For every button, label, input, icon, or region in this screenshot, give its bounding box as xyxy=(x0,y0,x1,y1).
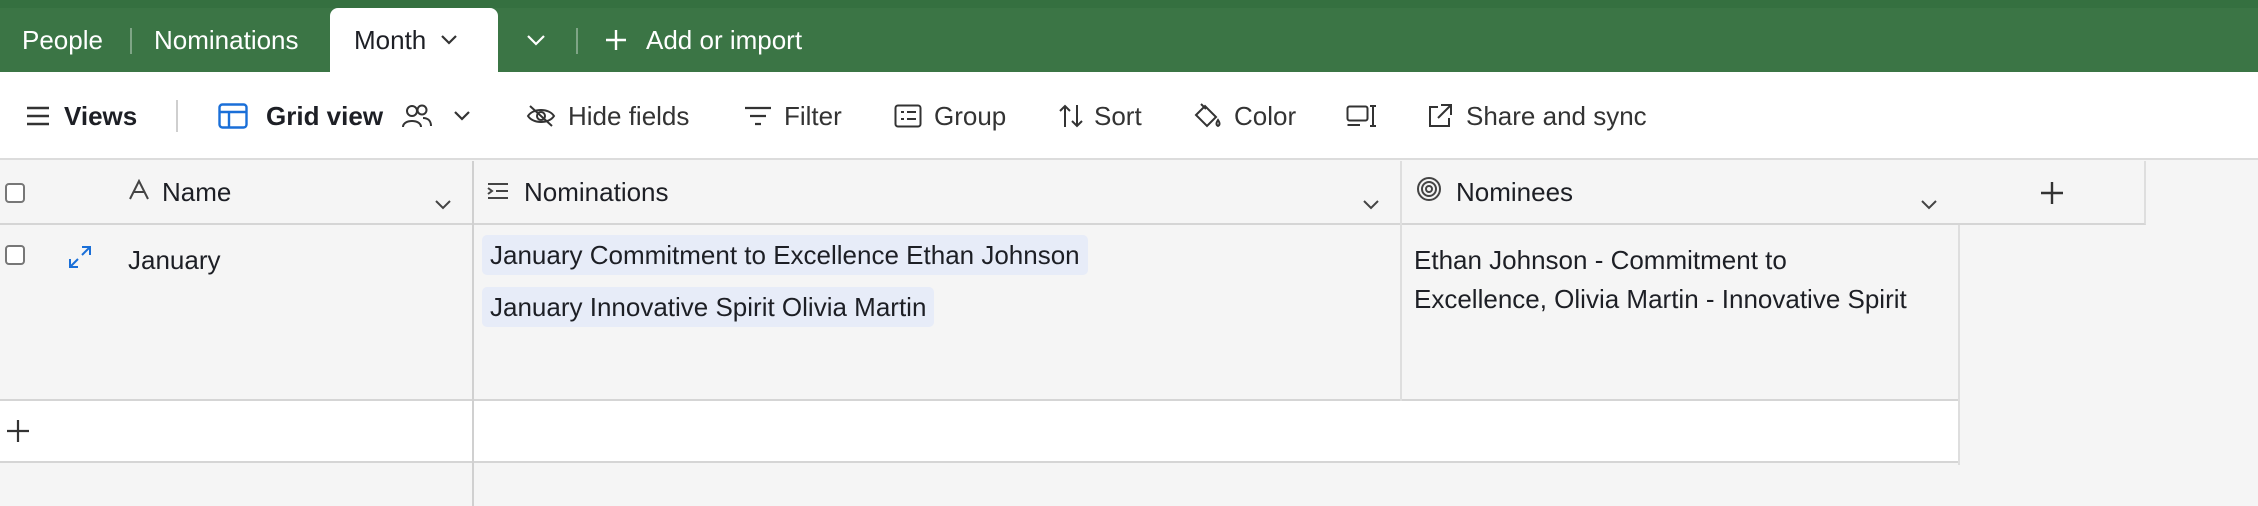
column-header-nominees[interactable]: Nominees xyxy=(1416,161,1956,225)
add-field-header[interactable] xyxy=(1960,161,2146,225)
views-label: Views xyxy=(64,100,138,131)
add-or-import-button[interactable]: Add or import xyxy=(604,8,802,72)
sort-button[interactable]: Sort xyxy=(1058,72,1142,160)
views-button[interactable]: Views xyxy=(26,72,137,160)
column-label: Nominations xyxy=(524,176,669,207)
row-height-icon xyxy=(1346,103,1378,129)
eye-slash-icon xyxy=(526,104,556,128)
tab-label: Nominations xyxy=(154,24,299,55)
nominees-cell-line[interactable]: Ethan Johnson - Commitment to xyxy=(1414,241,1787,280)
color-label: Color xyxy=(1234,100,1297,131)
tab-divider xyxy=(576,28,578,54)
chevron-down-icon[interactable] xyxy=(453,110,471,122)
chevron-down-icon[interactable] xyxy=(1362,187,1380,218)
tab-month[interactable]: Month xyxy=(330,8,498,72)
view-toolbar: Views Grid view Hide fields Filter Group xyxy=(0,72,2258,160)
plus-icon xyxy=(604,28,628,52)
share-and-sync-button[interactable]: Share and sync xyxy=(1426,72,1647,160)
plus-icon xyxy=(6,419,30,448)
group-icon xyxy=(894,104,922,128)
column-divider xyxy=(1958,225,1960,465)
column-header-nominations[interactable]: Nominations xyxy=(486,161,1386,225)
chevron-down-icon[interactable] xyxy=(440,34,458,46)
hide-fields-button[interactable]: Hide fields xyxy=(526,72,689,160)
chevron-down-icon[interactable] xyxy=(1920,187,1938,218)
row-checkbox[interactable] xyxy=(5,245,25,265)
hide-fields-label: Hide fields xyxy=(568,100,690,131)
chevron-down-icon xyxy=(526,34,546,46)
column-divider xyxy=(1400,161,1402,225)
rollup-spiral-icon xyxy=(1416,176,1442,209)
view-name: Grid view xyxy=(266,100,384,131)
table-row[interactable]: January January Commitment to Excellence… xyxy=(0,225,1960,401)
collaborators-icon xyxy=(401,103,433,129)
column-divider xyxy=(1400,225,1402,401)
plus-icon xyxy=(2040,181,2064,210)
tab-label: People xyxy=(22,24,103,55)
nominees-cell-line[interactable]: Excellence, Olivia Martin - Innovative S… xyxy=(1414,280,1907,319)
frozen-column-divider xyxy=(472,161,474,506)
column-label: Nominees xyxy=(1456,176,1574,207)
toolbar-divider xyxy=(176,100,178,132)
tab-label: Month xyxy=(354,24,427,55)
chevron-down-icon[interactable] xyxy=(434,187,452,218)
sort-arrows-icon xyxy=(1058,103,1084,129)
column-label: Name xyxy=(162,176,232,207)
grid-view-switcher[interactable]: Grid view xyxy=(218,72,471,160)
column-header-name[interactable]: Name xyxy=(128,161,458,225)
tab-nominations[interactable]: Nominations xyxy=(154,8,299,72)
filter-label: Filter xyxy=(784,100,842,131)
paint-bucket-icon xyxy=(1192,102,1222,130)
link-list-icon xyxy=(486,177,510,208)
group-label: Group xyxy=(934,100,1007,131)
linked-record-pill[interactable]: January Innovative Spirit Olivia Martin xyxy=(482,287,935,327)
hamburger-menu-icon xyxy=(26,106,50,126)
tab-divider xyxy=(130,28,132,54)
more-tables-button[interactable] xyxy=(526,8,546,72)
text-field-icon xyxy=(128,177,150,208)
filter-icon xyxy=(744,105,772,127)
grid-icon xyxy=(218,103,248,129)
share-and-sync-label: Share and sync xyxy=(1466,100,1647,131)
select-all-checkbox[interactable] xyxy=(5,183,25,203)
external-link-icon xyxy=(1426,102,1454,130)
add-or-import-label: Add or import xyxy=(646,24,803,55)
table-tab-bar: People Nominations Month Add or import xyxy=(0,0,2258,72)
color-button[interactable]: Color xyxy=(1192,72,1296,160)
row-height-button[interactable] xyxy=(1346,72,1378,160)
records-grid: Name Nominations Nominees January Januar… xyxy=(0,161,2258,506)
group-button[interactable]: Group xyxy=(894,72,1006,160)
expand-record-icon[interactable] xyxy=(68,245,92,274)
sort-label: Sort xyxy=(1094,100,1142,131)
add-row[interactable] xyxy=(0,401,1960,463)
linked-record-pill[interactable]: January Commitment to Excellence Ethan J… xyxy=(482,235,1088,275)
name-cell[interactable]: January xyxy=(128,241,221,280)
filter-button[interactable]: Filter xyxy=(744,72,842,160)
tab-people[interactable]: People xyxy=(22,8,103,72)
